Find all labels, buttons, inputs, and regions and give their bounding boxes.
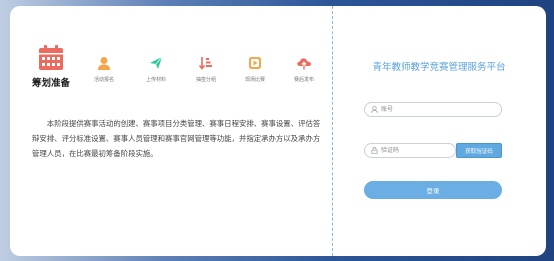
calendar-icon xyxy=(39,45,63,70)
stage-live-contest[interactable]: 现场比赛 xyxy=(235,56,275,83)
account-field[interactable] xyxy=(364,102,502,117)
stage-publish[interactable]: 赛后发布 xyxy=(284,56,324,83)
stage-upload-label: 上传材料 xyxy=(145,77,166,83)
send-icon xyxy=(150,56,163,69)
stage-draw-label: 抽签分组 xyxy=(195,77,216,83)
account-input[interactable] xyxy=(378,103,501,116)
stage-draw[interactable]: 抽签分组 xyxy=(186,56,226,83)
lock-icon xyxy=(371,147,378,154)
user-icon xyxy=(371,106,378,113)
sort-icon xyxy=(199,57,212,70)
stage-planning-label: 筹划准备 xyxy=(32,78,71,89)
stage-publish-label: 赛后发布 xyxy=(293,77,314,83)
play-icon xyxy=(249,57,261,69)
cloud-upload-icon xyxy=(297,58,311,70)
login-button[interactable]: 登录 xyxy=(364,181,502,199)
stage-live-contest-label: 现场比赛 xyxy=(244,77,265,83)
main-card: 筹划准备 活动报名 上传材料 抽签分组 现场比赛 赛后发布 本阶段提供赛事活动的… xyxy=(10,6,546,256)
stage-upload[interactable]: 上传材料 xyxy=(136,56,176,83)
stage-registration[interactable]: 活动报名 xyxy=(84,56,124,83)
stage-description: 本阶段提供赛事活动的创建、赛事项目分类管理、赛事日程安排、赛事设置、评估答辩安排… xyxy=(32,119,321,158)
user-icon xyxy=(98,57,110,70)
get-code-button[interactable]: 获取验证码 xyxy=(456,143,502,158)
platform-title: 青年教师教学竞赛管理服务平台 xyxy=(372,62,506,73)
panel-divider xyxy=(332,6,333,256)
code-input[interactable] xyxy=(378,144,455,157)
stage-registration-label: 活动报名 xyxy=(93,77,114,83)
stage-planning[interactable]: 筹划准备 xyxy=(32,44,70,89)
code-field[interactable] xyxy=(364,143,456,158)
